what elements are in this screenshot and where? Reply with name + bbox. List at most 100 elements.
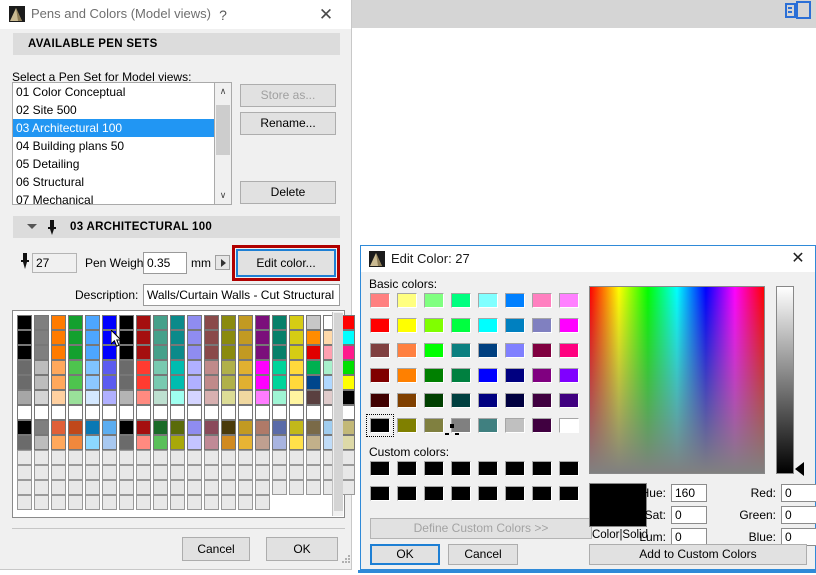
- palette-swatch[interactable]: [187, 330, 202, 345]
- palette-swatch[interactable]: [102, 390, 117, 405]
- palette-swatch[interactable]: [136, 360, 151, 375]
- palette-swatch[interactable]: [272, 390, 287, 405]
- palette-swatch[interactable]: [136, 495, 151, 510]
- palette-swatch[interactable]: [289, 405, 304, 420]
- custom-color-swatch[interactable]: [505, 461, 525, 476]
- basic-color-swatch[interactable]: [451, 318, 471, 333]
- palette-swatch[interactable]: [85, 345, 100, 360]
- custom-color-swatch[interactable]: [478, 461, 498, 476]
- palette-swatch[interactable]: [170, 315, 185, 330]
- palette-swatch[interactable]: [289, 360, 304, 375]
- palette-swatch[interactable]: [306, 345, 321, 360]
- basic-color-swatch[interactable]: [505, 343, 525, 358]
- palette-swatch[interactable]: [170, 480, 185, 495]
- palette-swatch[interactable]: [51, 390, 66, 405]
- palette-swatch[interactable]: [85, 480, 100, 495]
- palette-swatch[interactable]: [119, 405, 134, 420]
- palette-swatch[interactable]: [102, 360, 117, 375]
- help-button[interactable]: ?: [212, 5, 234, 25]
- palette-swatch[interactable]: [255, 375, 270, 390]
- palette-swatch[interactable]: [85, 375, 100, 390]
- palette-swatch[interactable]: [289, 480, 304, 495]
- palette-swatch[interactable]: [136, 315, 151, 330]
- palette-swatch[interactable]: [187, 360, 202, 375]
- palette-swatch[interactable]: [136, 420, 151, 435]
- basic-color-swatch[interactable]: [559, 293, 579, 308]
- basic-color-swatch[interactable]: [370, 368, 390, 383]
- custom-color-swatch[interactable]: [370, 461, 390, 476]
- palette-swatch[interactable]: [68, 420, 83, 435]
- palette-swatch[interactable]: [221, 465, 236, 480]
- palette-swatch[interactable]: [85, 495, 100, 510]
- palette-swatch[interactable]: [85, 315, 100, 330]
- palette-swatch[interactable]: [51, 480, 66, 495]
- palette-swatch[interactable]: [204, 435, 219, 450]
- palette-swatch[interactable]: [289, 450, 304, 465]
- palette-swatch[interactable]: [34, 465, 49, 480]
- basic-color-swatch[interactable]: [397, 368, 417, 383]
- palette-swatch[interactable]: [170, 405, 185, 420]
- palette-swatch[interactable]: [170, 450, 185, 465]
- resize-grip-icon[interactable]: [341, 553, 351, 563]
- pen-set-item[interactable]: 04 Building plans 50: [13, 137, 214, 155]
- palette-swatch[interactable]: [119, 360, 134, 375]
- palette-swatch[interactable]: [85, 450, 100, 465]
- palette-swatch[interactable]: [221, 405, 236, 420]
- edit-color-ok-button[interactable]: OK: [370, 544, 440, 565]
- pen-set-item[interactable]: 03 Architectural 100: [13, 119, 214, 137]
- palette-swatch[interactable]: [102, 465, 117, 480]
- palette-swatch[interactable]: [272, 345, 287, 360]
- luminance-slider-handle[interactable]: [795, 462, 804, 476]
- palette-swatch[interactable]: [289, 345, 304, 360]
- palette-swatch[interactable]: [187, 435, 202, 450]
- palette-swatch[interactable]: [119, 465, 134, 480]
- palette-swatch[interactable]: [51, 315, 66, 330]
- basic-color-swatch[interactable]: [559, 343, 579, 358]
- palette-swatch[interactable]: [272, 480, 287, 495]
- palette-swatch[interactable]: [238, 345, 253, 360]
- basic-color-swatch[interactable]: [397, 293, 417, 308]
- palette-swatch[interactable]: [272, 405, 287, 420]
- palette-swatch[interactable]: [238, 420, 253, 435]
- palette-swatch[interactable]: [153, 375, 168, 390]
- basic-color-swatch[interactable]: [505, 293, 525, 308]
- edit-color-button[interactable]: Edit color...: [236, 249, 336, 277]
- basic-color-swatch[interactable]: [532, 393, 552, 408]
- basic-color-swatch[interactable]: [532, 318, 552, 333]
- palette-swatch[interactable]: [170, 420, 185, 435]
- palette-swatch[interactable]: [34, 315, 49, 330]
- palette-swatch[interactable]: [238, 450, 253, 465]
- palette-swatch[interactable]: [306, 420, 321, 435]
- basic-color-swatch[interactable]: [424, 418, 444, 433]
- palette-swatch[interactable]: [119, 480, 134, 495]
- palette-swatch[interactable]: [187, 375, 202, 390]
- palette-swatch[interactable]: [238, 435, 253, 450]
- sat-input[interactable]: 0: [671, 506, 707, 524]
- palette-swatch[interactable]: [306, 465, 321, 480]
- palette-swatch[interactable]: [119, 315, 134, 330]
- palette-swatch[interactable]: [51, 330, 66, 345]
- palette-swatch[interactable]: [68, 465, 83, 480]
- basic-color-swatch[interactable]: [424, 293, 444, 308]
- palette-swatch[interactable]: [17, 315, 32, 330]
- palette-swatch[interactable]: [204, 330, 219, 345]
- palette-swatch[interactable]: [102, 450, 117, 465]
- palette-swatch[interactable]: [255, 405, 270, 420]
- palette-swatch[interactable]: [85, 360, 100, 375]
- basic-color-swatch[interactable]: [559, 418, 579, 433]
- palette-swatch[interactable]: [221, 375, 236, 390]
- palette-swatch[interactable]: [255, 360, 270, 375]
- palette-swatch[interactable]: [289, 315, 304, 330]
- palette-swatch[interactable]: [289, 420, 304, 435]
- palette-swatch[interactable]: [153, 360, 168, 375]
- palette-swatch[interactable]: [255, 480, 270, 495]
- custom-color-swatch[interactable]: [397, 486, 417, 501]
- palette-swatch[interactable]: [102, 420, 117, 435]
- palette-swatch[interactable]: [306, 390, 321, 405]
- palette-swatch[interactable]: [255, 345, 270, 360]
- edit-color-close-button[interactable]: ✕: [783, 248, 813, 270]
- palette-swatch[interactable]: [221, 390, 236, 405]
- palette-swatch[interactable]: [34, 390, 49, 405]
- palette-swatch[interactable]: [238, 360, 253, 375]
- palette-swatch[interactable]: [34, 405, 49, 420]
